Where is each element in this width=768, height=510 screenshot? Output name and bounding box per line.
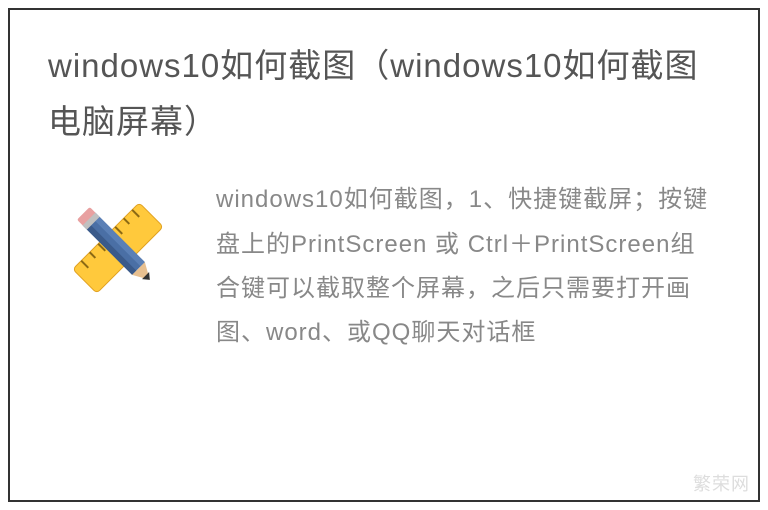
watermark: 繁荣网 bbox=[693, 470, 750, 496]
card-border bbox=[8, 8, 760, 502]
